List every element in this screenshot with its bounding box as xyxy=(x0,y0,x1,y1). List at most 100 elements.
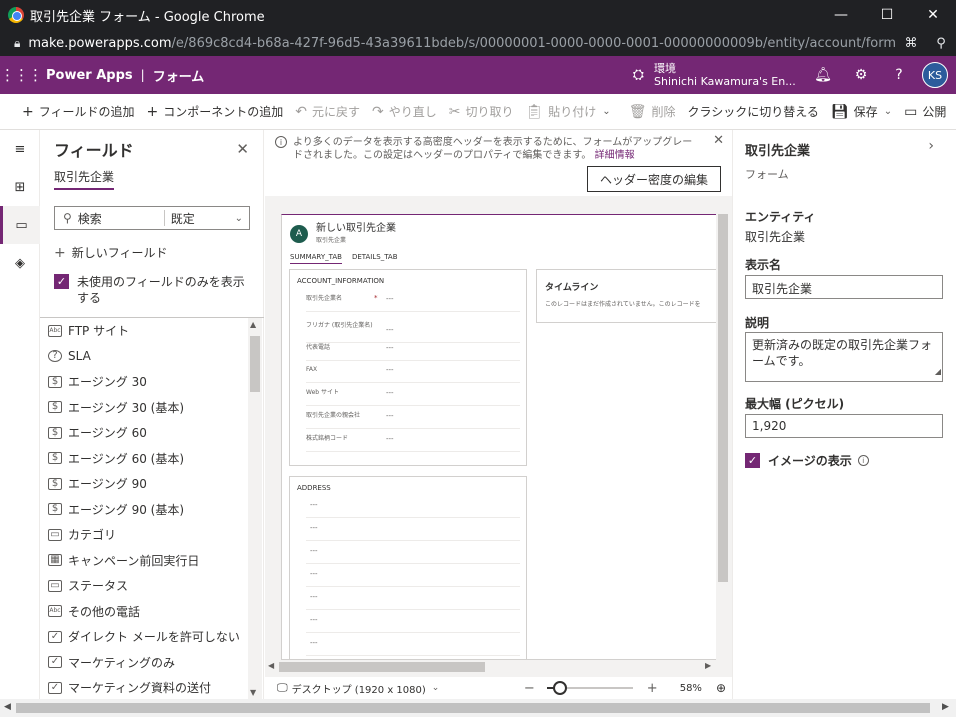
maximize-icon[interactable]: ☐ xyxy=(864,0,910,30)
address-field-value[interactable]: --- xyxy=(310,524,318,532)
form-field-value[interactable]: --- xyxy=(386,295,394,303)
search-input[interactable]: 検索 xyxy=(78,210,164,227)
form-preview[interactable]: A 新しい取引先企業 取引先企業 SUMMARY_TAB DETAILS_TAB… xyxy=(281,214,721,660)
scroll-up-icon[interactable]: ▲ xyxy=(250,320,256,329)
translate-icon[interactable]: ⌘ xyxy=(896,36,926,51)
close-window-icon[interactable]: ✕ xyxy=(910,0,956,30)
filter-select[interactable]: 既定 xyxy=(171,210,235,227)
canvas-vertical-scrollbar[interactable] xyxy=(716,214,730,660)
url-text[interactable]: make.powerapps.com/e/869c8cd4-b68a-427f-… xyxy=(28,36,896,51)
scroll-right-icon[interactable]: ▶ xyxy=(942,702,949,712)
scroll-down-icon[interactable]: ▼ xyxy=(250,688,256,697)
chevron-down-icon[interactable]: ⌄ xyxy=(432,683,440,693)
timeline-section[interactable]: タイムライン このレコードはまだ作成されていません。このレコードを xyxy=(536,269,720,323)
form-field-value[interactable]: --- xyxy=(386,326,394,334)
form-field-value[interactable]: --- xyxy=(386,366,394,374)
form-field-value[interactable]: --- xyxy=(386,435,394,443)
address-field-value[interactable]: --- xyxy=(310,639,318,647)
form-field-value[interactable]: --- xyxy=(386,389,394,397)
undo-button[interactable]: ↶ 元に戻す xyxy=(295,103,360,120)
field-list-item[interactable]: $ エージング 30 (基本) xyxy=(40,395,248,421)
tab-details[interactable]: DETAILS_TAB xyxy=(352,253,398,264)
field-list-item[interactable]: ▦ キャンペーン前回実行日 xyxy=(40,548,248,574)
max-width-input[interactable]: 1,920 xyxy=(745,414,943,438)
field-list-scrollbar[interactable]: ▲ ▼ xyxy=(248,318,262,699)
address-field-value[interactable]: --- xyxy=(310,616,318,624)
new-field-button[interactable]: + 新しいフィールド xyxy=(54,244,168,261)
gear-icon[interactable]: ⚙ xyxy=(842,67,880,83)
scrollbar-thumb[interactable] xyxy=(16,703,930,713)
minimize-icon[interactable]: — xyxy=(818,0,864,30)
field-list-item[interactable]: $ エージング 90 xyxy=(40,471,248,497)
show-image-checkbox[interactable]: ✓ イメージの表示 i xyxy=(745,452,869,469)
display-name-input[interactable]: 取引先企業 xyxy=(745,275,943,299)
address-field-value[interactable]: --- xyxy=(310,593,318,601)
scrollbar-thumb[interactable] xyxy=(250,336,260,392)
chevron-down-icon[interactable]: ⌄ xyxy=(602,106,610,117)
close-icon[interactable]: ✕ xyxy=(236,140,249,158)
zoom-search-icon[interactable]: ⚲ xyxy=(926,36,956,51)
scrollbar-thumb[interactable] xyxy=(279,662,485,672)
unused-only-checkbox[interactable]: ✓ 未使用のフィールドのみを表示する xyxy=(54,274,254,306)
address-field-value[interactable]: --- xyxy=(310,570,318,578)
help-icon[interactable]: ? xyxy=(880,67,918,83)
field-list-item[interactable]: ? SLA xyxy=(40,344,248,370)
components-icon[interactable]: ⊞ xyxy=(0,168,40,206)
chevron-down-icon[interactable]: ⌄ xyxy=(235,213,243,224)
app-name[interactable]: Power Apps xyxy=(46,68,133,83)
field-list-item[interactable]: $ エージング 30 xyxy=(40,369,248,395)
zoom-in-icon[interactable]: + xyxy=(647,681,658,696)
avatar[interactable]: KS xyxy=(922,62,948,88)
environment-picker[interactable]: 環境 Shinichi Kawamura's En... xyxy=(654,62,804,88)
learn-more-link[interactable]: 詳細情報 xyxy=(595,150,635,161)
delete-button[interactable]: 🗑︎ 削除 xyxy=(629,103,676,120)
field-list-item[interactable]: $ エージング 60 xyxy=(40,420,248,446)
scrollbar-thumb[interactable] xyxy=(718,214,728,582)
field-list-item[interactable]: ▭ ステータス xyxy=(40,573,248,599)
close-icon[interactable]: ✕ xyxy=(713,134,724,147)
zoom-slider[interactable] xyxy=(546,681,633,695)
field-list-item[interactable]: ✓ マーケティング資料の送付 xyxy=(40,675,248,699)
canvas-horizontal-scrollbar[interactable]: ◀ ▶ xyxy=(265,660,716,674)
publish-button[interactable]: ▭ 公開 xyxy=(904,103,946,120)
field-list-item[interactable]: $ エージング 60 (基本) xyxy=(40,446,248,472)
chevron-down-icon[interactable]: ⌄ xyxy=(884,106,892,117)
environment-icon[interactable]: ⛭ xyxy=(633,67,644,83)
page-horizontal-scrollbar[interactable]: ◀ ▶ xyxy=(0,699,956,717)
description-textarea[interactable]: 更新済みの既定の取引先企業フォームです。 ◢ xyxy=(745,332,943,382)
add-component-button[interactable]: + コンポーネントの追加 xyxy=(147,103,284,120)
address-bar[interactable]: 🔒︎ make.powerapps.com/e/869c8cd4-b68a-42… xyxy=(0,30,956,56)
scroll-left-icon[interactable]: ◀ xyxy=(4,702,11,712)
redo-button[interactable]: ↷ やり直し xyxy=(372,103,437,120)
edit-header-density-button[interactable]: ヘッダー密度の編集 xyxy=(587,166,721,192)
field-list-item[interactable]: $ エージング 90 (基本) xyxy=(40,497,248,523)
fit-to-width-icon[interactable]: ⊕ xyxy=(716,681,726,695)
bell-icon[interactable]: 🔔︎ xyxy=(804,67,842,83)
scroll-right-icon[interactable]: ▶ xyxy=(705,661,711,670)
zoom-out-icon[interactable]: − xyxy=(524,681,535,696)
fields-icon[interactable]: ▭ xyxy=(0,206,40,244)
form-field-value[interactable]: --- xyxy=(386,344,394,352)
scroll-left-icon[interactable]: ◀ xyxy=(268,661,274,670)
field-list-item[interactable]: Abc その他の電話 xyxy=(40,599,248,625)
paste-button[interactable]: 📋︎ 貼り付け ⌄ xyxy=(526,103,611,120)
hamburger-icon[interactable]: ≡ xyxy=(0,130,40,168)
address-field-value[interactable]: --- xyxy=(310,547,318,555)
form-field-value[interactable]: --- xyxy=(386,412,394,420)
tab-account[interactable]: 取引先企業 xyxy=(54,168,115,190)
account-info-section[interactable]: ACCOUNT_INFORMATION 取引先企業名 * --- フリガナ (取引先企… xyxy=(289,269,527,466)
waffle-icon[interactable]: ⋮⋮⋮ xyxy=(0,66,43,84)
resize-grip-icon[interactable]: ◢ xyxy=(935,364,941,380)
layers-icon[interactable]: ◈ xyxy=(0,244,40,282)
switch-classic-button[interactable]: クラシックに切り替える xyxy=(687,103,818,120)
tab-summary[interactable]: SUMMARY_TAB xyxy=(290,253,342,264)
cut-button[interactable]: ✂ 切り取り xyxy=(449,103,514,120)
add-field-button[interactable]: + フィールドの追加 xyxy=(22,103,135,120)
field-list-item[interactable]: Abc FTP サイト xyxy=(40,318,248,344)
zoom-slider-knob[interactable] xyxy=(552,681,567,695)
device-select[interactable]: デスクトップ (1920 x 1080) xyxy=(292,681,426,696)
field-list-item[interactable]: ▭ カテゴリ xyxy=(40,522,248,548)
field-list-item[interactable]: ✓ マーケティングのみ xyxy=(40,650,248,676)
chevron-right-icon[interactable]: › xyxy=(928,138,934,154)
address-section[interactable]: ADDRESS --- --- --- --- --- --- --- xyxy=(289,476,527,659)
